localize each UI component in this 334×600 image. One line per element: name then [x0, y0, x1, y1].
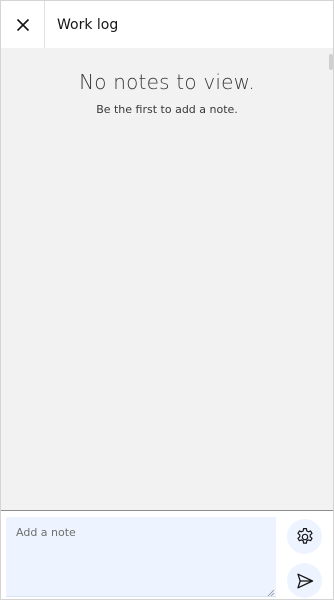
close-button[interactable] — [1, 1, 45, 48]
send-icon — [296, 573, 313, 588]
send-button[interactable] — [287, 563, 322, 598]
note-input[interactable] — [6, 517, 276, 597]
work-log-panel: Work log No notes to view. Be the first … — [0, 0, 334, 600]
note-composer — [1, 510, 333, 599]
close-icon — [16, 18, 29, 31]
gear-icon — [296, 527, 313, 544]
scrollbar[interactable] — [328, 48, 333, 511]
resize-grip-icon[interactable] — [267, 589, 275, 597]
empty-state-title: No notes to view. — [79, 70, 255, 94]
empty-state: No notes to view. Be the first to add a … — [1, 48, 333, 116]
empty-state-subtitle: Be the first to add a note. — [96, 103, 238, 116]
settings-button[interactable] — [287, 519, 322, 554]
panel-header: Work log — [1, 1, 333, 48]
panel-title: Work log — [57, 16, 119, 33]
